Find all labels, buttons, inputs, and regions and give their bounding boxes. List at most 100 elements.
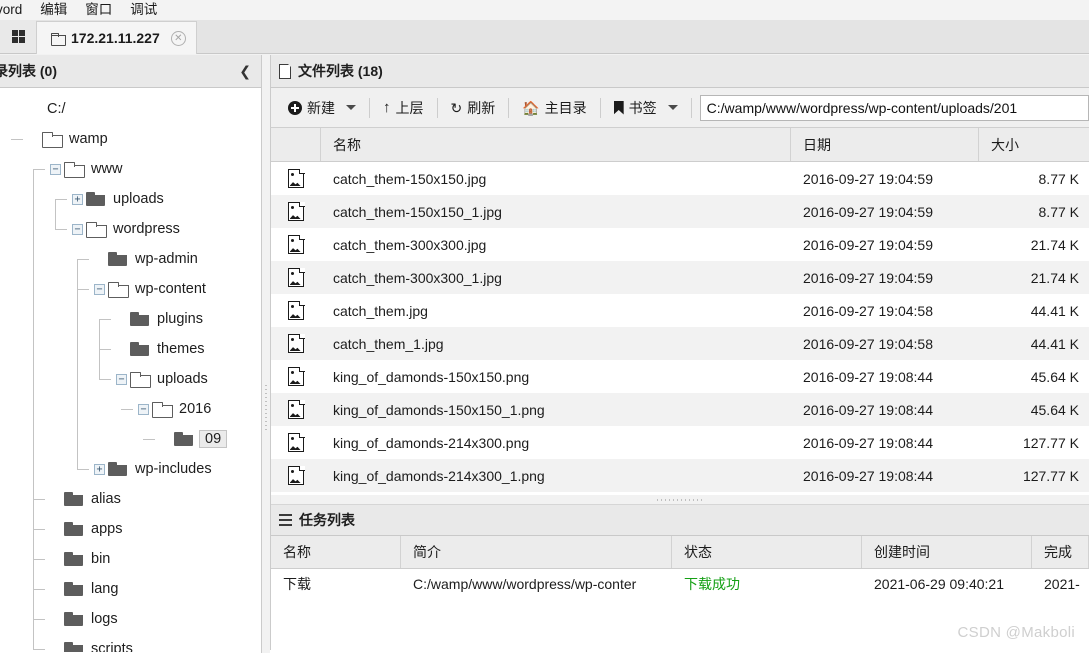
new-button[interactable]: 新建 <box>277 93 367 123</box>
path-input-value: C:/wamp/www/wordpress/wp-content/uploads… <box>706 99 1018 116</box>
task-panel: 任务列表 名称 简介 状态 创建时间 完成 下载 C:/wamp/www/word… <box>270 504 1089 650</box>
folder-icon <box>51 32 66 46</box>
file-row[interactable]: catch_them-150x150.jpg 2016-09-27 19:04:5… <box>271 162 1089 195</box>
tree-item-themes[interactable]: themes <box>0 334 261 364</box>
file-row[interactable]: catch_them_1.jpg 2016-09-27 19:04:58 44.41… <box>271 327 1089 360</box>
tree-item-label: plugins <box>157 311 203 327</box>
directory-tree[interactable]: C:/wamp − www + uploads − wordpress wp-admin − wp… <box>0 88 261 652</box>
file-size: 21.74 K <box>1030 269 1079 286</box>
collapse-icon[interactable]: − <box>116 373 127 385</box>
expand-icon[interactable]: + <box>72 193 83 205</box>
file-row[interactable]: catch_them-300x300.jpg 2016-09-27 19:04:5… <box>271 228 1089 261</box>
task-column-ftime[interactable]: 完成 <box>1032 536 1089 568</box>
tree-guide-line <box>33 169 34 649</box>
image-file-icon <box>288 169 305 188</box>
menu-item-debug[interactable]: 调试 <box>121 0 166 20</box>
task-column-desc[interactable]: 简介 <box>401 536 672 568</box>
refresh-button[interactable]: ↻ 刷新 <box>440 93 507 123</box>
image-file-icon <box>288 334 305 353</box>
expand-icon[interactable]: + <box>94 463 105 475</box>
file-column-name[interactable]: 名称 <box>321 128 791 161</box>
chevron-down-icon[interactable] <box>346 105 356 110</box>
file-date: 2016-09-27 19:04:58 <box>803 335 933 352</box>
image-file-icon <box>288 400 305 419</box>
task-column-name[interactable]: 名称 <box>271 536 401 568</box>
tree-item-wordpress[interactable]: − wordpress <box>0 214 261 244</box>
tree-item-uploads[interactable]: − uploads <box>0 364 261 394</box>
file-size: 21.74 K <box>1030 236 1079 253</box>
file-name: king_of_damonds-150x150_1.png <box>333 401 545 418</box>
task-name: 下载 <box>283 576 311 592</box>
tree-item-c-[interactable]: C:/ <box>0 94 261 124</box>
task-column-status[interactable]: 状态 <box>672 536 862 568</box>
up-button[interactable]: ↑ 上层 <box>372 93 435 123</box>
file-size: 127.77 K <box>1022 434 1079 451</box>
chevron-down-icon[interactable] <box>667 105 678 110</box>
tree-guide-line <box>33 589 45 590</box>
tab-connection[interactable]: 172.21.11.227 ✕ <box>36 21 197 54</box>
tree-guide-line <box>33 529 45 530</box>
plus-circle-icon <box>288 100 302 115</box>
chevron-left-icon[interactable]: ❮ <box>239 63 251 80</box>
task-ctime: 2021-06-29 09:40:21 <box>874 576 1004 592</box>
tree-item-plugins[interactable]: plugins <box>0 304 261 334</box>
file-date: 2016-09-27 19:08:44 <box>803 401 933 418</box>
close-icon[interactable]: ✕ <box>170 30 186 46</box>
folder-closed-icon <box>130 342 149 356</box>
file-date: 2016-09-27 19:08:44 <box>803 467 933 484</box>
tab-strip-empty-area <box>196 23 1089 53</box>
tree-guide-line <box>33 499 45 500</box>
menu-item-word[interactable]: vord <box>0 0 31 20</box>
file-column-date[interactable]: 日期 <box>791 128 979 161</box>
file-row[interactable]: king_of_damonds-214x300_1.png 2016-09-27 … <box>271 459 1089 492</box>
task-row[interactable]: 下载 C:/wamp/www/wordpress/wp-conter 下载成功 202… <box>271 569 1089 599</box>
file-row[interactable]: catch_them-300x300_1.jpg 2016-09-27 19:04… <box>271 261 1089 294</box>
file-name: catch_them_1.jpg <box>333 335 444 352</box>
tree-item-wp-includes[interactable]: + wp-includes <box>0 454 261 484</box>
file-row[interactable]: catch_them.jpg 2016-09-27 19:04:58 44.41 K <box>271 294 1089 327</box>
collapse-icon[interactable]: − <box>138 403 149 415</box>
horizontal-splitter[interactable] <box>270 495 1089 504</box>
folder-closed-icon <box>64 522 83 536</box>
bookmark-button-label: 书签 <box>628 99 657 116</box>
bookmark-icon <box>613 100 624 115</box>
path-input[interactable]: C:/wamp/www/wordpress/wp-content/uploads… <box>699 94 1089 121</box>
file-row[interactable]: catch_them-150x150_1.jpg 2016-09-27 19:04… <box>271 195 1089 228</box>
tree-item-label: wp-includes <box>135 461 212 477</box>
tree-item-09[interactable]: 09 <box>0 424 261 454</box>
file-row[interactable]: king_of_damonds-214x300.png 2016-09-27 19… <box>271 426 1089 459</box>
tree-guide-line <box>99 349 111 350</box>
vertical-splitter[interactable] <box>262 55 270 653</box>
image-file-icon <box>288 433 305 452</box>
tree-item-wp-admin[interactable]: wp-admin <box>0 244 261 274</box>
file-icon-cell <box>271 235 321 254</box>
file-column-size[interactable]: 大小 <box>979 128 1089 161</box>
image-file-icon <box>288 235 305 254</box>
task-column-ctime[interactable]: 创建时间 <box>862 536 1032 568</box>
app-menu-button[interactable] <box>0 20 36 53</box>
tree-item-wamp[interactable]: wamp <box>0 124 261 154</box>
menu-item-window[interactable]: 窗口 <box>76 0 121 20</box>
file-row[interactable]: king_of_damonds-150x150_1.png 2016-09-27 … <box>271 393 1089 426</box>
file-panel-title: 文件列表 (18) <box>298 63 383 79</box>
menu-item-edit[interactable]: 编辑 <box>31 0 76 20</box>
task-status: 下载成功 <box>684 576 740 592</box>
collapse-icon[interactable]: − <box>50 163 61 175</box>
tree-item-uploads[interactable]: + uploads <box>0 184 261 214</box>
file-size: 45.64 K <box>1030 368 1079 385</box>
tree-guide-line <box>77 259 89 260</box>
collapse-icon[interactable]: − <box>72 223 83 235</box>
file-name: king_of_damonds-150x150.png <box>333 368 530 385</box>
home-button[interactable]: 🏠 主目录 <box>511 93 597 123</box>
tree-item-wp-content[interactable]: − wp-content <box>0 274 261 304</box>
collapse-icon[interactable]: − <box>94 283 105 295</box>
file-icon-cell <box>271 169 321 188</box>
directory-panel-title: 录列表 (0) <box>0 63 57 79</box>
bookmark-button[interactable]: 书签 <box>603 93 689 123</box>
file-row[interactable]: king_of_damonds-150x150.png 2016-09-27 19… <box>271 360 1089 393</box>
